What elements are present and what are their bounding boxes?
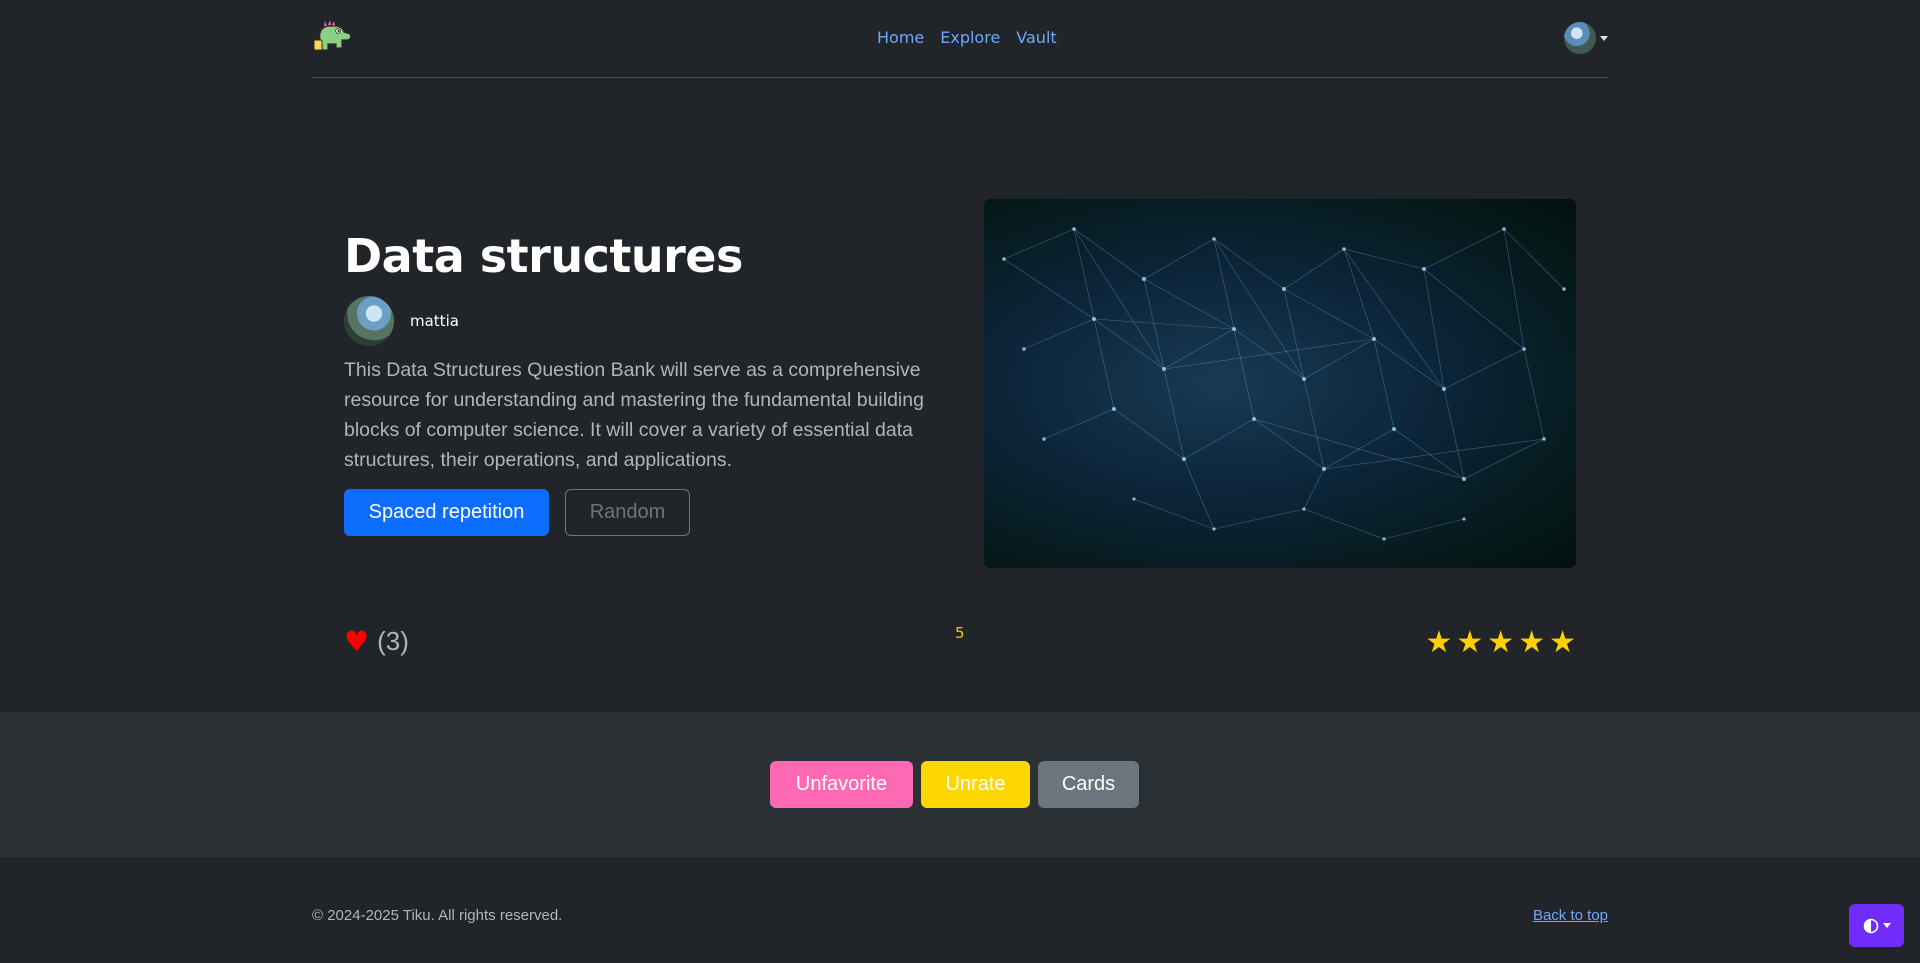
star-rating[interactable]: ★ ★ ★ ★ ★ [1425,628,1576,658]
unrate-button[interactable]: Unrate [921,761,1030,808]
cards-button[interactable]: Cards [1038,761,1139,808]
favorites-count: ♥ (3) [344,626,409,657]
deck-stats: ♥ (3) 5 ★ ★ ★ ★ ★ [344,620,1576,670]
star-icon[interactable]: ★ [1549,628,1576,658]
author-name: mattia [410,312,459,330]
deck-author[interactable]: mattia [344,296,459,346]
star-icon[interactable]: ★ [1425,628,1452,658]
back-to-top-link[interactable]: Back to top [1533,907,1608,924]
footer: © 2024-2025 Tiku. All rights reserved. B… [312,895,1608,935]
deck-actions-band: Unfavorite Unrate Cards [0,712,1920,857]
author-avatar [344,296,394,346]
contrast-half-circle-icon [1863,918,1878,933]
user-menu-dropdown[interactable] [1564,22,1608,54]
star-icon[interactable]: ★ [1518,628,1545,658]
nav-vault-link[interactable]: Vault [1016,28,1056,47]
star-icon[interactable]: ★ [1487,628,1514,658]
main-nav: Home Explore Vault [877,28,1057,47]
rating-value: 5 [955,624,965,642]
navbar: Home Explore Vault [312,0,1608,78]
heart-icon: ♥ [344,624,370,658]
spaced-repetition-button[interactable]: Spaced repetition [344,489,549,536]
theme-toggle-button[interactable] [1849,904,1904,947]
random-button[interactable]: Random [565,489,690,536]
favorites-count-value: (3) [377,626,409,656]
deck-description: This Data Structures Question Bank will … [344,359,924,471]
star-icon[interactable]: ★ [1456,628,1483,658]
nav-home-link[interactable]: Home [877,28,924,47]
deck-title: Data structures [344,229,743,283]
deck-actions: Unfavorite Unrate Cards [770,761,1139,808]
nav-explore-link[interactable]: Explore [940,28,1000,47]
unfavorite-button[interactable]: Unfavorite [770,761,913,808]
chevron-down-icon [1882,923,1891,928]
dinosaur-logo-icon[interactable] [312,18,354,54]
copyright-text: © 2024-2025 Tiku. All rights reserved. [312,907,563,924]
chevron-down-icon [1600,35,1608,41]
user-avatar-icon [1564,22,1596,54]
network-graph-image [984,199,1576,568]
